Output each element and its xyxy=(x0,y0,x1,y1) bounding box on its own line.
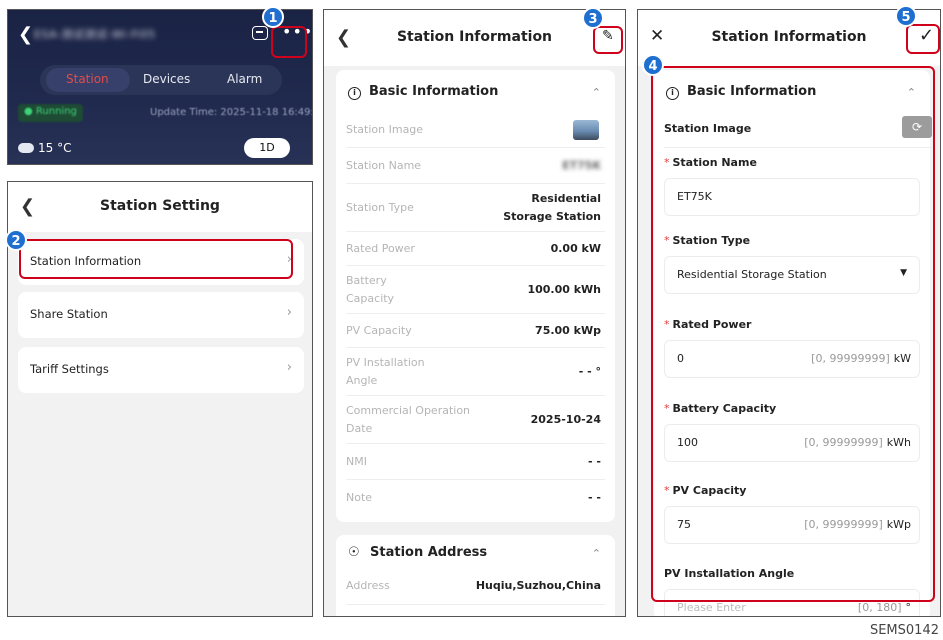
row-value: 100.00 kWh xyxy=(527,283,601,296)
figure-code: SEMS0142 xyxy=(869,623,939,638)
info-row: Rated Power 0.00 kW xyxy=(346,232,605,266)
update-time: Update Time: 2025-11-18 16:49:04 xyxy=(150,107,313,118)
tab-devices[interactable]: Devices xyxy=(143,72,190,86)
step-badge-2: 2 xyxy=(5,229,27,251)
tab-bar: Station Devices Alarm xyxy=(40,65,282,95)
row-key: NMI xyxy=(346,455,367,468)
step-badge-1: 1 xyxy=(262,6,284,28)
location-pin-icon: ☉ xyxy=(348,545,360,560)
row-value: 75.00 kWp xyxy=(535,324,601,337)
row-key: Station Type xyxy=(346,201,414,214)
step-badge-3: 3 xyxy=(582,7,604,29)
row-key: Note xyxy=(346,491,373,504)
row-key: Rated Power xyxy=(346,242,415,255)
info-row: Battery Capacity 100.00 kWh xyxy=(346,266,605,314)
chevron-up-icon[interactable]: ⌃ xyxy=(592,86,601,99)
info-row: NMI - - xyxy=(346,444,605,480)
station-information-view-panel: ❮ Station Information ✎ i Basic Informati… xyxy=(323,9,626,617)
menu-share-station[interactable]: Share Station › xyxy=(18,292,304,338)
range-text: [0, 180] xyxy=(857,601,902,614)
station-image-thumbnail[interactable] xyxy=(573,120,599,140)
row-key: Station Name xyxy=(346,159,422,172)
row-key: Address xyxy=(346,579,390,592)
row-value: 2025-10-24 xyxy=(530,413,601,426)
info-row: PV Capacity 75.00 kWp xyxy=(346,314,605,348)
annotation-box-form xyxy=(651,66,935,602)
row-value: - - ° xyxy=(578,365,601,378)
section-title: Station Address xyxy=(370,545,488,560)
info-row: Commercial Operation Date 2025-10-24 xyxy=(346,396,605,444)
station-address-heading[interactable]: ☉ Station Address xyxy=(348,545,487,560)
row-value: - - xyxy=(588,455,601,468)
info-row: PV Installation Angle - - ° xyxy=(346,348,605,396)
status-badge: ● Running xyxy=(18,104,83,122)
row-key: Battery Capacity xyxy=(346,274,395,305)
info-icon: i xyxy=(348,87,361,100)
info-row: Address Huqiu,Suzhou,China xyxy=(346,575,605,605)
row-value: 0.00 kW xyxy=(550,242,601,255)
status-text: Running xyxy=(35,106,77,117)
tab-alarm[interactable]: Alarm xyxy=(227,72,262,86)
tab-station[interactable]: Station xyxy=(66,72,109,86)
step-badge-5: 5 xyxy=(895,5,917,27)
unit-text: ° xyxy=(905,601,912,614)
row-key: PV Capacity xyxy=(346,324,412,337)
station-header-panel: ❮ ESA-测试测试-Wi-Fi05 ••• Station Devices A… xyxy=(7,9,313,165)
row-key: Station Image xyxy=(346,123,424,136)
annotation-box-edit xyxy=(593,26,623,54)
row-value: ET75K xyxy=(562,159,601,172)
row-value: Residential Storage Station xyxy=(503,192,601,223)
weather: 15 °C xyxy=(18,141,71,155)
menu-tariff-settings[interactable]: Tariff Settings › xyxy=(18,347,304,393)
info-row: Station Image xyxy=(346,112,605,148)
annotation-box-station-information xyxy=(19,239,293,279)
back-icon[interactable]: ❮ xyxy=(18,24,33,45)
station-info-header: ❮ Station Information ✎ xyxy=(324,10,625,66)
basic-information-card: i Basic Information ⌃ Station Image Stati… xyxy=(336,70,615,522)
cloud-icon xyxy=(18,143,34,153)
temperature: 15 °C xyxy=(38,141,72,155)
row-key: PV Installation Angle xyxy=(346,356,425,387)
station-setting-header: ❮ Station Setting xyxy=(8,182,312,232)
chevron-up-icon[interactable]: ⌃ xyxy=(592,547,601,560)
page-title: Station Setting xyxy=(100,198,220,214)
row-key: Commercial Operation Date xyxy=(346,404,471,435)
station-address-card: ☉ Station Address ⌃ Address Huqiu,Suzhou,C… xyxy=(336,535,615,616)
section-title: Basic Information xyxy=(369,84,499,99)
message-icon[interactable] xyxy=(252,26,268,40)
page-title: Station Information xyxy=(396,29,553,45)
chevron-right-icon: › xyxy=(286,305,292,320)
info-row: Station Name ET75K xyxy=(346,148,605,184)
info-row: Note - - xyxy=(346,480,605,516)
basic-information-heading[interactable]: i Basic Information xyxy=(348,84,498,100)
chevron-right-icon: › xyxy=(286,360,292,375)
input-placeholder: Please Enter xyxy=(677,601,746,614)
info-row: Station Type Residential Storage Station xyxy=(346,184,605,232)
row-value: Huqiu,Suzhou,China xyxy=(475,579,601,592)
menu-label: Share Station xyxy=(30,307,108,321)
period-toggle[interactable]: 1D xyxy=(244,138,290,158)
annotation-box-confirm xyxy=(906,24,940,54)
menu-label: Tariff Settings xyxy=(30,362,109,376)
input-range: [0, 180] ° xyxy=(858,601,911,614)
figure-root: ❮ ESA-测试测试-Wi-Fi05 ••• Station Devices A… xyxy=(0,0,943,640)
row-value: - - xyxy=(588,491,601,504)
step-badge-4: 4 xyxy=(642,54,664,76)
annotation-box-more xyxy=(271,26,307,58)
station-title: ESA-测试测试-Wi-Fi05 xyxy=(34,28,156,41)
page-title: Station Information xyxy=(711,29,867,45)
